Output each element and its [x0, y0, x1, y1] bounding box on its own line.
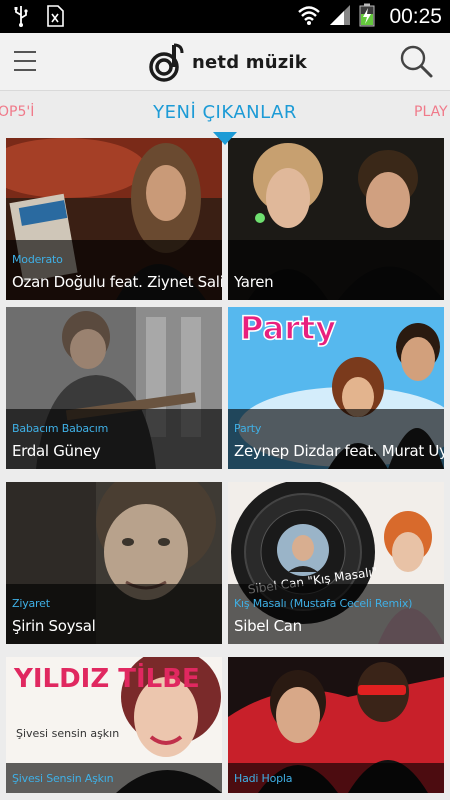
- party-logo: Party: [240, 309, 336, 347]
- caption-overlay: [6, 240, 222, 300]
- artist-name: Ozan Doğulu feat. Ziynet Sali: [12, 273, 222, 291]
- active-tab-indicator: [213, 132, 237, 145]
- artist-name: Şirin Soysal: [12, 617, 96, 635]
- usb-icon: [14, 5, 28, 31]
- artist-name: Zeynep Dizdar feat. Murat Uyar: [234, 442, 444, 460]
- caption-overlay: [6, 584, 222, 644]
- app-header: netd müzik: [0, 33, 450, 91]
- album-title: Kış Masalı (Mustafa Ceceli Remix): [234, 597, 413, 610]
- netd-logo-icon: [149, 43, 184, 82]
- artist-name: Yaren: [234, 273, 274, 291]
- logo-text: netd müzik: [192, 51, 307, 73]
- caption-overlay: [228, 409, 444, 469]
- hamburger-icon[interactable]: [14, 51, 36, 73]
- caption-overlay: [228, 240, 444, 300]
- album-title: Şivesi Sensin Aşkın: [12, 772, 114, 785]
- tab-playlists[interactable]: PLAY: [414, 104, 448, 120]
- wifi-icon: [297, 4, 321, 30]
- release-card[interactable]: Yaren: [228, 138, 444, 300]
- album-title: Moderato: [12, 253, 63, 266]
- artist-name: Sibel Can: [234, 617, 302, 635]
- album-title: Ziyaret: [12, 597, 50, 610]
- release-card[interactable]: Ziyaret Şirin Soysal: [6, 482, 222, 644]
- signal-icon: [329, 4, 351, 30]
- app-logo: netd müzik: [148, 41, 307, 83]
- release-card[interactable]: YILDIZ TİLBE Şivesi sensin aşkın Şivesi …: [6, 657, 222, 793]
- caption-overlay: [228, 584, 444, 644]
- tab-strip: OP5'İ YENİ ÇIKANLAR PLAY: [0, 92, 450, 132]
- caption-overlay: [6, 409, 222, 469]
- release-card[interactable]: Party Party Zeynep Dizdar feat. Murat Uy…: [228, 307, 444, 469]
- album-title: Party: [234, 422, 262, 435]
- tab-new-releases[interactable]: YENİ ÇIKANLAR: [0, 102, 450, 123]
- search-icon[interactable]: [398, 43, 434, 79]
- clock: 00:25: [389, 5, 442, 28]
- album-title: Babacım Babacım: [12, 422, 109, 435]
- release-card[interactable]: Hadi Hopla: [228, 657, 444, 793]
- battery-charging-icon: [359, 3, 375, 31]
- release-card[interactable]: Babacım Babacım Erdal Güney: [6, 307, 222, 469]
- yildiz-logo: YILDIZ TİLBE: [13, 662, 200, 694]
- sim-icon: [46, 5, 64, 31]
- album-title: Hadi Hopla: [234, 772, 293, 785]
- release-card[interactable]: Sibel Can "Kış Masalı" Kış Masalı (Musta…: [228, 482, 444, 644]
- artist-name: Erdal Güney: [12, 442, 101, 460]
- status-bar: 00:25: [0, 0, 450, 33]
- release-card[interactable]: Moderato Ozan Doğulu feat. Ziynet Sali: [6, 138, 222, 300]
- yildiz-sub: Şivesi sensin aşkın: [16, 727, 119, 740]
